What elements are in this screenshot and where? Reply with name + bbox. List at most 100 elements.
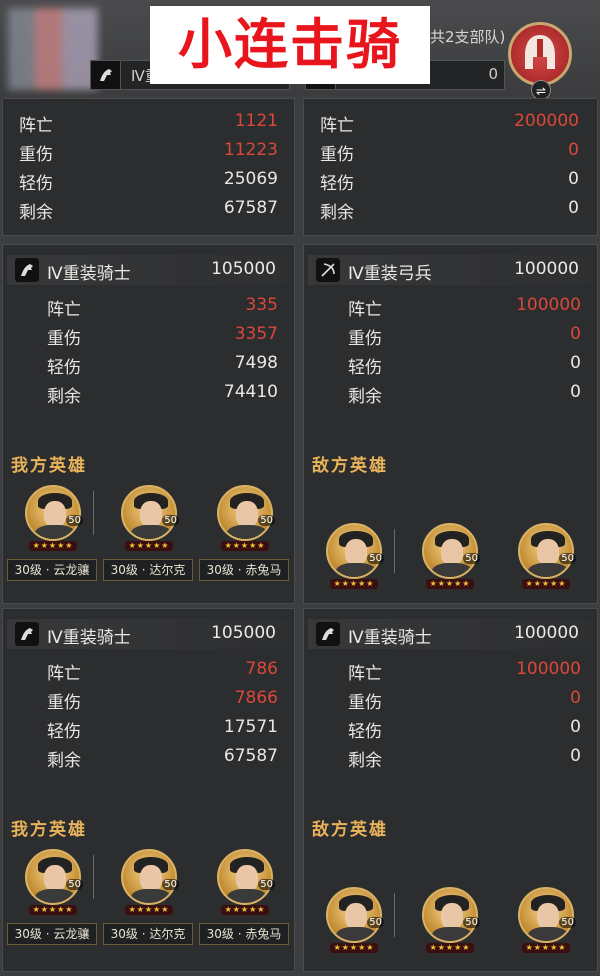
horse-icon <box>316 622 340 646</box>
unit-total: 105000 <box>211 259 276 279</box>
stat-label: 轻伤 <box>348 722 382 742</box>
hero-tag[interactable]: 30级 · 赤兔马 <box>199 923 289 945</box>
stat-value: 67587 <box>223 198 278 218</box>
hero-level: 50 <box>367 917 384 928</box>
hero-card[interactable]: 50 ★★★★★ <box>217 849 275 915</box>
heroes-title: 敌方英雄 <box>312 820 388 840</box>
hero-divider <box>394 529 395 573</box>
unit-header[interactable]: Ⅳ重装骑士 105000 <box>7 619 290 649</box>
hero-stars: ★★★★★ <box>125 541 173 551</box>
hero-portrait <box>25 849 81 905</box>
hero-body <box>35 889 75 903</box>
hero-tag[interactable]: 30级 · 达尔克 <box>103 559 193 581</box>
hero-face <box>345 903 367 929</box>
hero-face <box>441 903 463 929</box>
hero-level: 50 <box>367 553 384 564</box>
hero-card[interactable]: 50 ★★★★★ <box>217 485 275 551</box>
stat-label: 剩余 <box>19 203 53 223</box>
hero-face <box>345 539 367 565</box>
unit-total: 100000 <box>514 259 579 279</box>
hero-portrait <box>25 485 81 541</box>
hero-card[interactable]: 50 ★★★★★ <box>518 523 576 589</box>
hero-card[interactable]: 50 ★★★★★ <box>25 485 83 551</box>
stat-label: 重伤 <box>348 693 382 713</box>
hero-level: 50 <box>162 879 179 890</box>
unit-header[interactable]: Ⅳ重装骑士 100000 <box>308 619 593 649</box>
unit-header[interactable]: Ⅳ重装弓兵 100000 <box>308 255 593 285</box>
hero-tag[interactable]: 30级 · 云龙骧 <box>7 559 97 581</box>
hero-level: 50 <box>66 515 83 526</box>
hero-card[interactable]: 50 ★★★★★ <box>326 887 384 953</box>
hero-level: 50 <box>162 515 179 526</box>
hero-face <box>537 903 559 929</box>
hero-card[interactable]: 50 ★★★★★ <box>326 523 384 589</box>
hero-body <box>336 563 376 577</box>
stat-label: 重伤 <box>348 329 382 349</box>
stat-value: 7866 <box>234 688 278 708</box>
unit-header[interactable]: Ⅳ重装骑士 105000 <box>7 255 290 285</box>
stat-value: 200000 <box>514 111 579 131</box>
hero-stars: ★★★★★ <box>330 579 378 589</box>
stat-label: 轻伤 <box>348 358 382 378</box>
horse-icon <box>15 622 39 646</box>
hero-level: 50 <box>463 917 480 928</box>
hero-body <box>131 525 171 539</box>
hero-body <box>528 563 568 577</box>
hero-portrait <box>326 887 382 943</box>
stat-label: 重伤 <box>47 693 81 713</box>
hero-level: 50 <box>559 553 576 564</box>
hero-tag[interactable]: 30级 · 赤兔马 <box>199 559 289 581</box>
hero-card[interactable]: 50 ★★★★★ <box>518 887 576 953</box>
hero-portrait <box>518 887 574 943</box>
hero-body <box>227 525 267 539</box>
hero-portrait <box>518 523 574 579</box>
hero-card[interactable]: 50 ★★★★★ <box>121 485 179 551</box>
hero-portrait <box>326 523 382 579</box>
stat-value: 100000 <box>516 295 581 315</box>
hero-card[interactable]: 50 ★★★★★ <box>422 887 480 953</box>
unit-name: Ⅳ重装骑士 <box>47 628 131 648</box>
hero-level: 50 <box>463 553 480 564</box>
top-right-unit-value: 0 <box>488 65 498 83</box>
stat-value: 0 <box>570 353 581 373</box>
hero-tag[interactable]: 30级 · 云龙骧 <box>7 923 97 945</box>
hero-card[interactable]: 50 ★★★★★ <box>121 849 179 915</box>
hero-stars: ★★★★★ <box>330 943 378 953</box>
hero-divider <box>394 893 395 937</box>
hero-portrait <box>217 849 273 905</box>
hero-body <box>432 927 472 941</box>
hero-stars: ★★★★★ <box>522 943 570 953</box>
swap-icon[interactable]: ⇌ <box>531 80 551 100</box>
stat-value: 0 <box>568 198 579 218</box>
hero-body <box>35 525 75 539</box>
heroes-title: 我方英雄 <box>11 820 87 840</box>
hero-stars: ★★★★★ <box>125 905 173 915</box>
stat-label: 剩余 <box>320 203 354 223</box>
hero-portrait <box>422 523 478 579</box>
army-count-label: 共2支部队) <box>430 28 506 46</box>
stat-value: 0 <box>570 717 581 737</box>
stat-label: 剩余 <box>348 751 382 771</box>
hero-tag[interactable]: 30级 · 达尔克 <box>103 923 193 945</box>
hero-stars: ★★★★★ <box>29 905 77 915</box>
hero-portrait <box>422 887 478 943</box>
stat-label: 阵亡 <box>19 116 53 136</box>
hero-divider <box>93 855 94 899</box>
spartan-helmet-icon[interactable] <box>508 22 572 86</box>
hero-body <box>432 563 472 577</box>
stat-value: 25069 <box>223 169 278 189</box>
stat-value: 3357 <box>234 324 278 344</box>
stat-value: 0 <box>570 688 581 708</box>
stat-label: 轻伤 <box>19 174 53 194</box>
battle2-right-panel: Ⅳ重装骑士 100000 阵亡 100000 重伤 0 轻伤 0 剩余 0 敌方英雄 50 ★★★★★ 5… <box>303 608 598 972</box>
hero-face <box>537 539 559 565</box>
stat-label: 轻伤 <box>47 358 81 378</box>
stat-label: 重伤 <box>320 145 354 165</box>
stat-label: 阵亡 <box>348 300 382 320</box>
hero-card[interactable]: 50 ★★★★★ <box>422 523 480 589</box>
hero-portrait <box>217 485 273 541</box>
bow-icon <box>316 258 340 282</box>
unit-total: 100000 <box>514 623 579 643</box>
hero-card[interactable]: 50 ★★★★★ <box>25 849 83 915</box>
hero-divider <box>93 491 94 535</box>
